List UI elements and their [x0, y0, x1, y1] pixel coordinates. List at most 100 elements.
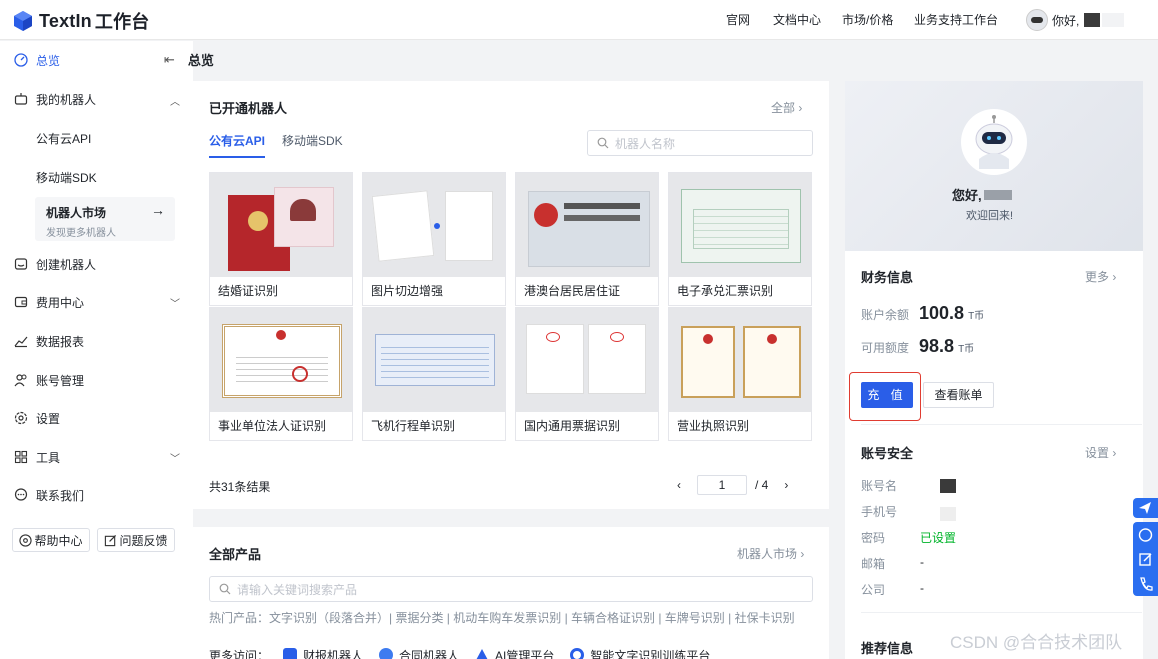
- robot-market-link-label: 机器人市场: [737, 547, 798, 561]
- product-search-input[interactable]: 请输入关键词搜索产品: [209, 576, 813, 602]
- robot-card-institution-cert[interactable]: 事业单位法人证识别: [209, 307, 353, 441]
- card-thumbnail: [516, 308, 658, 413]
- card-thumbnail: [669, 308, 811, 413]
- sidebar-item-tools[interactable]: 工具: [14, 447, 60, 467]
- market-subtitle: 发现更多机器人: [46, 228, 116, 239]
- grid-icon: [14, 450, 28, 464]
- robot-card-business-license[interactable]: 营业执照识别: [668, 307, 812, 441]
- robot-card-flight-itinerary[interactable]: 飞机行程单识别: [362, 307, 506, 441]
- sidebar-item-robot-market[interactable]: 机器人市场 发现更多机器人 →: [35, 197, 175, 241]
- divider: [861, 612, 1142, 613]
- card-label: 国内通用票据识别: [524, 419, 621, 433]
- sidebar-item-overview[interactable]: 总览: [14, 50, 60, 70]
- top-bar: TextIn 工作台 官网 文档中心 市场/价格 业务支持工作台 你好,: [0, 0, 1158, 40]
- page-total: / 4: [755, 478, 769, 492]
- logo[interactable]: TextIn 工作台: [12, 8, 149, 34]
- robot-market-link[interactable]: 机器人市场 ›: [737, 545, 804, 562]
- all-products-panel: 全部产品 机器人市场 › 请输入关键词搜索产品 热门产品：文字识别（段落合并）|…: [193, 527, 829, 659]
- balance-row: 账户余额 100.8 T币: [861, 303, 984, 324]
- user-menu[interactable]: 你好,: [1026, 9, 1125, 31]
- edit-icon: [105, 534, 117, 546]
- wallet-icon: [14, 296, 28, 308]
- sidebar-item-contact[interactable]: 联系我们: [14, 485, 84, 505]
- sidebar-item-mobile-sdk[interactable]: 移动端SDK: [36, 169, 97, 186]
- hot-products[interactable]: 热门产品：文字识别（段落合并）| 票据分类 | 机动车购车发票识别 | 车辆合格…: [209, 609, 795, 626]
- sidebar-item-settings[interactable]: 设置: [14, 408, 60, 428]
- more-link-ai-platform[interactable]: AI管理平台: [475, 647, 554, 659]
- password-label: 密码: [861, 531, 886, 545]
- feedback-button[interactable]: 问题反馈: [97, 528, 175, 552]
- page-input[interactable]: 1: [697, 475, 747, 495]
- more-link-label: 财报机器人: [303, 649, 364, 659]
- prev-page-icon[interactable]: ‹: [677, 478, 681, 492]
- sidebar-item-my-robots[interactable]: 我的机器人: [14, 89, 96, 109]
- robot-card-marriage[interactable]: 结婚证识别: [209, 172, 353, 306]
- quota-label: 可用额度: [861, 341, 910, 355]
- chevron-up-icon[interactable]: ︿: [170, 93, 180, 108]
- finance-more-link[interactable]: 更多 ›: [1085, 268, 1116, 285]
- divider: [861, 424, 1142, 425]
- float-send-button[interactable]: [1133, 498, 1158, 518]
- collapse-sidebar-icon[interactable]: ⇤: [164, 52, 175, 68]
- account-name-label: 账号名: [861, 479, 898, 493]
- robot-card-residence-permit[interactable]: 港澳台居民居住证: [515, 172, 659, 306]
- robot-search-input[interactable]: 机器人名称: [587, 130, 813, 156]
- robot-card-acceptance-bill[interactable]: 电子承兑汇票识别: [668, 172, 812, 306]
- sidebar-item-create-robot[interactable]: 创建机器人: [14, 254, 96, 274]
- tab-public-api[interactable]: 公有云API: [209, 132, 266, 158]
- float-toolbar: [1133, 522, 1158, 596]
- help-center-label: 帮助中心: [34, 533, 83, 548]
- robot-card-image-crop[interactable]: 图片切边增强: [362, 172, 506, 306]
- card-label: 电子承兑汇票识别: [677, 284, 774, 298]
- nav-pricing[interactable]: 市场/价格: [842, 0, 893, 40]
- view-bills-button[interactable]: 查看账单: [923, 382, 994, 408]
- sidebar-label: 我的机器人: [36, 92, 97, 107]
- user-greeting: 你好,: [1052, 13, 1080, 28]
- sidebar-item-account[interactable]: 账号管理: [14, 370, 84, 390]
- view-all-link[interactable]: 全部 ›: [771, 99, 802, 116]
- sidebar-item-billing[interactable]: 费用中心: [14, 292, 84, 312]
- chevron-right-icon: ›: [800, 547, 805, 561]
- more-link-finance-robot[interactable]: 财报机器人: [283, 647, 363, 659]
- nav-docs[interactable]: 文档中心: [773, 0, 821, 40]
- recharge-highlight: [849, 372, 921, 421]
- robot-card-general-invoice[interactable]: 国内通用票据识别: [515, 307, 659, 441]
- card-label: 结婚证识别: [218, 284, 279, 298]
- finance-more-label: 更多: [1085, 270, 1110, 284]
- sidebar-item-public-api[interactable]: 公有云API: [36, 130, 91, 147]
- finance-robot-icon: [283, 648, 298, 659]
- chat-icon[interactable]: [1133, 524, 1158, 548]
- quota-row: 可用额度 98.8 T币: [861, 336, 974, 357]
- tab-mobile-sdk[interactable]: 移动端SDK: [282, 132, 343, 158]
- all-products-title: 全部产品: [209, 547, 262, 562]
- quota-unit: T币: [958, 344, 975, 355]
- phone-icon[interactable]: [1133, 572, 1158, 596]
- chevron-down-icon[interactable]: ﹀: [170, 450, 180, 465]
- nav-support-workbench[interactable]: 业务支持工作台: [914, 0, 998, 40]
- more-link-label: 智能文字识别训练平台: [590, 649, 711, 659]
- security-settings-link[interactable]: 设置 ›: [1085, 444, 1116, 461]
- chat-icon: [14, 488, 28, 501]
- card-thumbnail: [363, 308, 505, 413]
- chevron-down-icon[interactable]: ﹀: [170, 295, 180, 310]
- edit-icon[interactable]: [1133, 548, 1158, 572]
- finance-title: 财务信息: [861, 270, 914, 285]
- arrow-right-icon: →: [151, 202, 165, 218]
- robot-mascot-icon: [975, 115, 1013, 169]
- next-page-icon[interactable]: ›: [784, 478, 788, 492]
- more-link-ocr-training[interactable]: 智能文字识别训练平台: [570, 647, 710, 659]
- dashboard-icon: [14, 53, 28, 67]
- sidebar-item-reports[interactable]: 数据报表: [14, 331, 84, 351]
- nav-website[interactable]: 官网: [726, 0, 750, 40]
- more-link-contract-robot[interactable]: 合同机器人: [379, 647, 459, 659]
- card-thumbnail: [363, 173, 505, 278]
- help-center-button[interactable]: 帮助中心: [12, 528, 90, 552]
- brand-suffix: 工作台: [94, 12, 150, 32]
- phone-mask: [940, 507, 956, 521]
- card-label: 图片切边增强: [371, 284, 444, 298]
- chevron-right-icon: ›: [1112, 270, 1117, 284]
- card-thumbnail: [210, 308, 352, 413]
- account-name-mask: [940, 479, 956, 493]
- password-status: 已设置: [920, 531, 957, 545]
- card-thumbnail: [669, 173, 811, 278]
